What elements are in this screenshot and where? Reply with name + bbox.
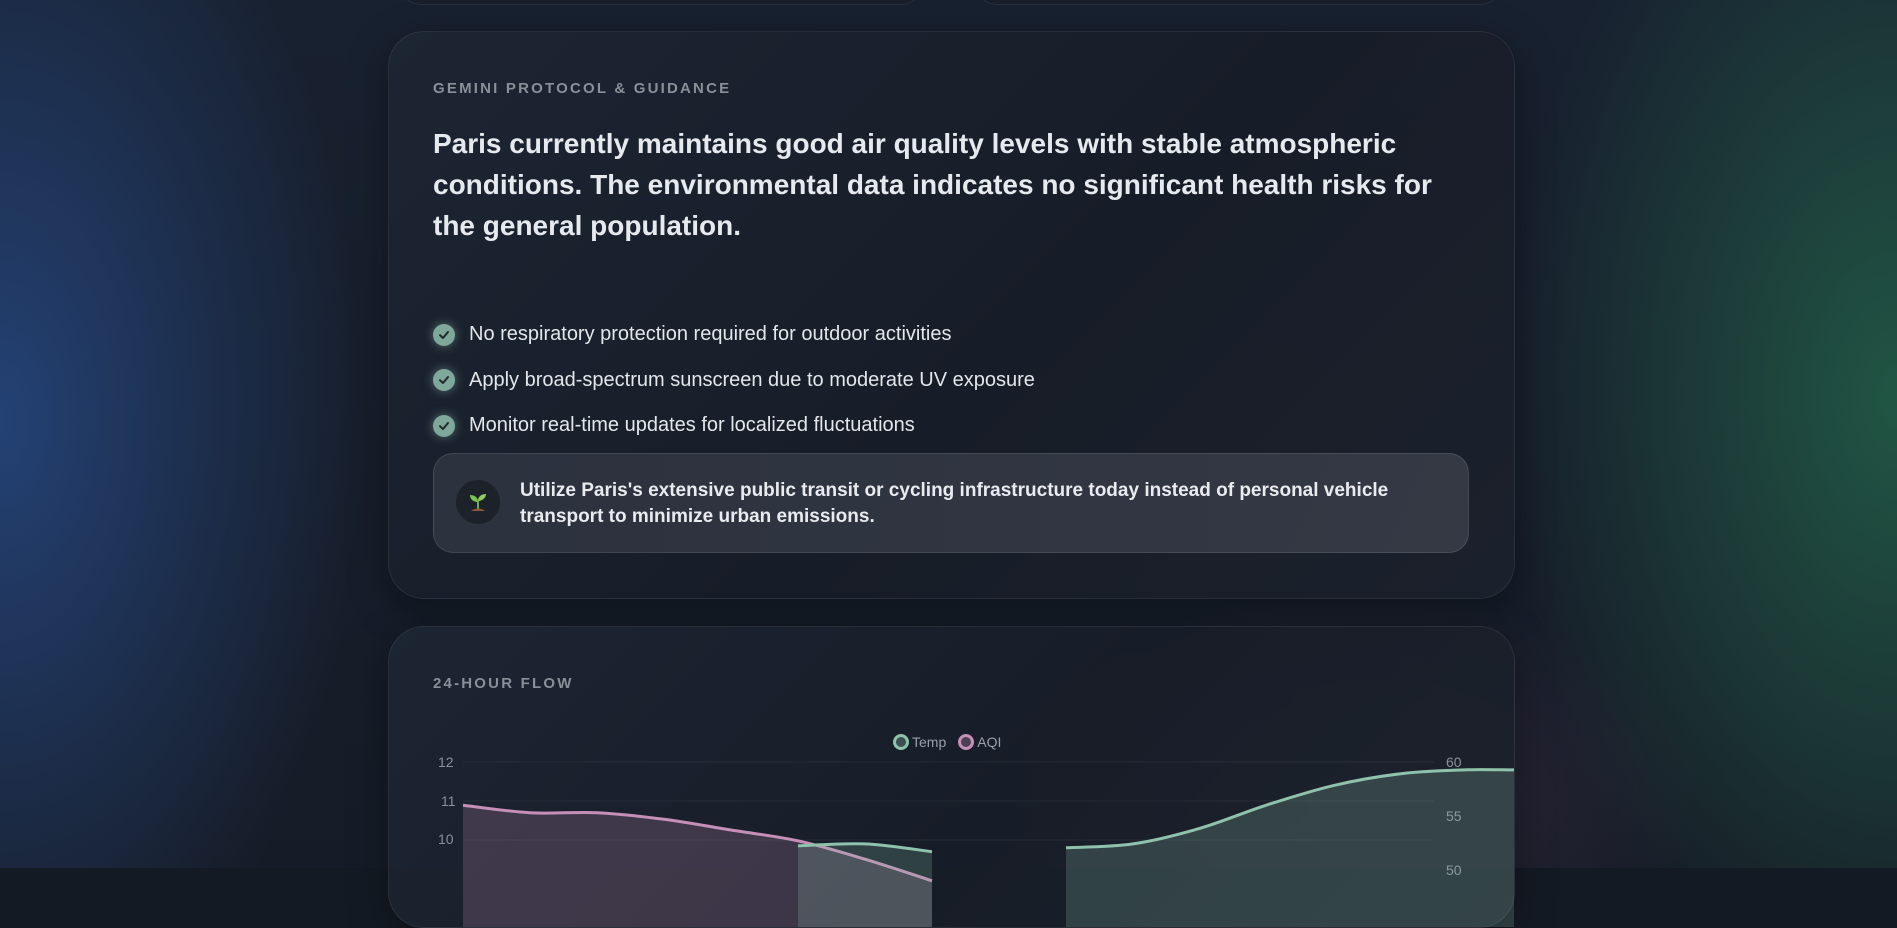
flow-chart-plot xyxy=(462,761,1514,927)
previous-card-right xyxy=(972,0,1505,5)
seedling-icon xyxy=(456,480,500,524)
check-item: No respiratory protection required for o… xyxy=(433,312,1035,358)
check-icon xyxy=(433,323,455,346)
check-icon xyxy=(433,369,455,392)
check-item-text: No respiratory protection required for o… xyxy=(469,323,952,346)
eco-tip-text: Utilize Paris's extensive public transit… xyxy=(520,480,1389,527)
previous-card-left xyxy=(396,0,926,5)
guidance-headline: Paris currently maintains good air quali… xyxy=(433,128,1432,241)
series-area-temp-early xyxy=(798,843,932,927)
guidance-section-label: GEMINI PROTOCOL & GUIDANCE xyxy=(433,80,732,97)
check-item: Apply broad-spectrum sunscreen due to mo… xyxy=(433,358,1035,404)
guidance-checklist: No respiratory protection required for o… xyxy=(433,312,1035,449)
flow-chart-card: 24-HOUR FLOW Temp AQI 12 11 10 60 55 50 xyxy=(388,626,1515,928)
check-item-text: Apply broad-spectrum sunscreen due to mo… xyxy=(469,368,1035,391)
check-item: Monitor real-time updates for localized … xyxy=(433,403,1035,449)
series-area-temp xyxy=(1066,769,1514,927)
eco-tip-box: Utilize Paris's extensive public transit… xyxy=(433,453,1469,553)
guidance-card: GEMINI PROTOCOL & GUIDANCE Paris current… xyxy=(388,31,1515,599)
check-item-text: Monitor real-time updates for localized … xyxy=(469,414,915,437)
check-icon xyxy=(433,414,455,437)
